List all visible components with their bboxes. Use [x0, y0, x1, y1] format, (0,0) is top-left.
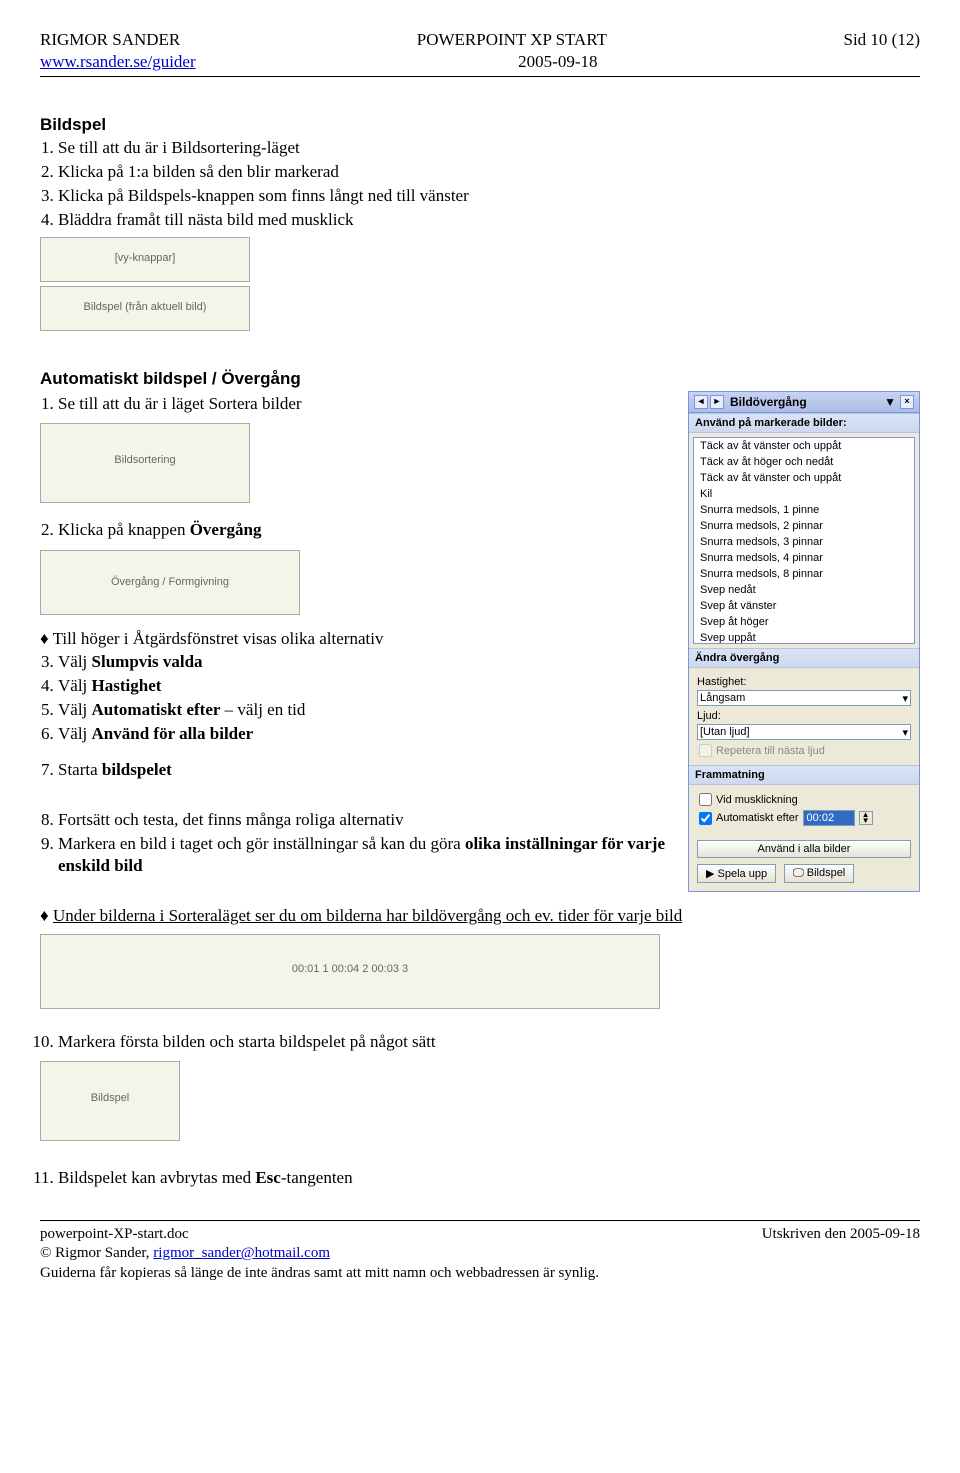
- lbl-sound: Ljud:: [697, 710, 911, 722]
- lbl-speed: Hastighet:: [697, 676, 911, 688]
- chk-click[interactable]: [699, 793, 712, 806]
- header-title: POWERPOINT XP START: [417, 30, 607, 50]
- footer-file: powerpoint-XP-start.doc: [40, 1225, 189, 1245]
- tp-opt[interactable]: Svep åt vänster: [694, 598, 914, 614]
- lbl-loop: Repetera till nästa ljud: [716, 745, 825, 757]
- tp-opt[interactable]: Svep nedåt: [694, 582, 914, 598]
- s2-step4: Välj Hastighet: [58, 675, 676, 697]
- taskpane-dropdown-icon[interactable]: ▼: [884, 395, 896, 409]
- footer-email[interactable]: rigmor_sander@hotmail.com: [153, 1245, 330, 1261]
- s2-step7: Starta bildspelet: [58, 759, 676, 781]
- header-author: RIGMOR SANDER: [40, 30, 180, 50]
- s2-step3: Välj Slumpvis valda: [58, 651, 676, 673]
- s2-step9: Markera en bild i taget och gör inställn…: [58, 833, 676, 877]
- header-url[interactable]: www.rsander.se/guider: [40, 52, 196, 71]
- spinner-icon[interactable]: ▲▼: [859, 811, 873, 825]
- footer-printed: Utskriven den 2005-09-18: [762, 1225, 920, 1245]
- s2-bullet: Till höger i Åtgärdsfönstret visas olika…: [40, 629, 676, 649]
- s2-note: Under bilderna i Sorteraläget ser du om …: [40, 906, 920, 926]
- btn-slideshow[interactable]: 🖵 Bildspel: [784, 864, 854, 883]
- s2-fig1: Bildsortering: [40, 423, 250, 503]
- s2-fig2: Övergång / Formgivning: [40, 550, 300, 615]
- footer-copyright: © Rigmor Sander,: [40, 1245, 153, 1261]
- s2-fig4: Bildspel: [40, 1061, 180, 1141]
- tp-opt[interactable]: Snurra medsols, 2 pinnar: [694, 518, 914, 534]
- tp-opt[interactable]: Täck av åt vänster och uppåt: [694, 470, 914, 486]
- tp-section-advance: Frammatning: [689, 765, 919, 785]
- tp-opt[interactable]: Täck av åt vänster och uppåt: [694, 438, 914, 454]
- tp-section-modify: Ändra övergång: [689, 648, 919, 668]
- s2-step1: Se till att du är i läget Sortera bilder: [58, 393, 676, 415]
- tp-opt[interactable]: Snurra medsols, 8 pinnar: [694, 566, 914, 582]
- input-auto-time[interactable]: 00:02: [803, 810, 855, 826]
- s2-fig3: 00:01 1 00:04 2 00:03 3: [40, 934, 660, 1009]
- tp-section-apply: Använd på markerade bilder:: [689, 413, 919, 433]
- s2-step5: Välj Automatiskt efter – välj en tid: [58, 699, 676, 721]
- btn-apply-all[interactable]: Använd i alla bilder: [697, 840, 911, 858]
- taskpane-title: Bildövergång: [730, 395, 884, 409]
- btn-play[interactable]: ▶ Spela upp: [697, 864, 776, 883]
- s2-step8: Fortsätt och testa, det finns många roli…: [58, 809, 676, 831]
- tp-opt[interactable]: Snurra medsols, 4 pinnar: [694, 550, 914, 566]
- tp-opt[interactable]: Snurra medsols, 1 pinne: [694, 502, 914, 518]
- s1-fig1: [vy-knappar]: [40, 237, 250, 282]
- lbl-click: Vid musklickning: [716, 794, 798, 806]
- tp-opt[interactable]: Kil: [694, 486, 914, 502]
- section2-heading: Automatiskt bildspel / Övergång: [40, 369, 920, 389]
- s2-step2: Klicka på knappen Övergång: [58, 519, 676, 541]
- header-divider: [40, 76, 920, 77]
- tp-opt[interactable]: Snurra medsols, 3 pinnar: [694, 534, 914, 550]
- s1-fig2: Bildspel (från aktuell bild): [40, 286, 250, 331]
- s2-step10: Markera första bilden och starta bildspe…: [58, 1031, 920, 1053]
- nav-back-icon[interactable]: ◄: [694, 395, 708, 409]
- taskpane-close-icon[interactable]: ×: [900, 395, 914, 409]
- lbl-auto: Automatiskt efter: [716, 812, 799, 824]
- footer-notice: Guiderna får kopieras så länge de inte ä…: [40, 1264, 920, 1284]
- chk-auto[interactable]: [699, 812, 712, 825]
- s1-step2: Klicka på 1:a bilden så den blir markera…: [58, 161, 920, 183]
- tp-opt[interactable]: Täck av åt höger och nedåt: [694, 454, 914, 470]
- section1-heading: Bildspel: [40, 115, 920, 135]
- tp-opt[interactable]: Svep uppåt: [694, 630, 914, 644]
- tp-opt[interactable]: Svep åt höger: [694, 614, 914, 630]
- select-speed[interactable]: Långsam▾: [697, 690, 911, 706]
- header-page: Sid 10 (12): [844, 30, 921, 50]
- nav-fwd-icon[interactable]: ►: [710, 395, 724, 409]
- tp-effect-list[interactable]: Täck av åt vänster och uppåt Täck av åt …: [693, 437, 915, 644]
- s2-step11: Bildspelet kan avbrytas med Esc-tangente…: [58, 1167, 920, 1189]
- select-sound[interactable]: [Utan ljud]▾: [697, 724, 911, 740]
- s1-step1: Se till att du är i Bildsortering-läget: [58, 137, 920, 159]
- taskpane-bildovergang: ◄ ► Bildövergång ▼ × Använd på markerade…: [688, 391, 920, 892]
- chk-loop: [699, 744, 712, 757]
- s1-step4: Bläddra framåt till nästa bild med muskl…: [58, 209, 920, 231]
- s1-step3: Klicka på Bildspels-knappen som finns lå…: [58, 185, 920, 207]
- s2-step6: Välj Använd för alla bilder: [58, 723, 676, 745]
- header-date: 2005-09-18: [518, 52, 597, 72]
- footer-divider: [40, 1220, 920, 1221]
